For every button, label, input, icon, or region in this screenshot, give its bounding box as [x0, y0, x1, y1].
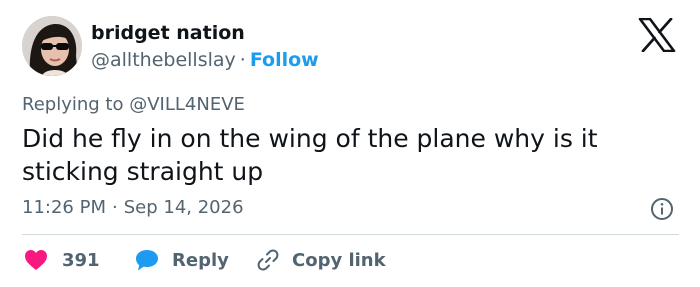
handle-separator: ·	[239, 49, 246, 71]
author-handle[interactable]: @allthebellslay	[91, 49, 236, 71]
like-count: 391	[62, 249, 100, 271]
tweet-text: Did he fly in on the wing of the plane w…	[22, 124, 598, 186]
tweet-timestamp[interactable]: 11:26 PM · Sep 14, 2026	[22, 197, 244, 218]
tweet-card: bridget nation @allthebellslay · Follow Re…	[0, 0, 700, 287]
copy-link-label: Copy link	[292, 249, 386, 271]
reply-context-prefix: Replying to	[22, 94, 124, 115]
speech-bubble-icon	[136, 250, 158, 271]
timestamp-separator: ·	[111, 197, 118, 218]
copy-link-button[interactable]: Copy link	[256, 246, 386, 274]
tweet-time: 11:26 PM	[22, 197, 106, 218]
tweet-date: Sep 14, 2026	[123, 197, 244, 218]
divider	[22, 234, 679, 235]
reply-mention-link[interactable]: @VILL4NEVE	[129, 94, 245, 115]
link-icon	[257, 249, 279, 271]
like-button[interactable]: 391	[24, 246, 100, 274]
info-icon[interactable]	[650, 197, 674, 221]
follow-button[interactable]: Follow	[250, 49, 319, 71]
heart-icon	[25, 250, 47, 270]
x-logo-icon[interactable]	[638, 17, 676, 53]
author-handle-row: @allthebellslay · Follow	[91, 49, 319, 71]
avatar[interactable]	[22, 16, 82, 76]
reply-context: Replying to @VILL4NEVE	[22, 94, 245, 115]
author-name[interactable]: bridget nation	[91, 22, 245, 44]
reply-button[interactable]: Reply	[134, 246, 229, 274]
avatar-image	[22, 16, 82, 76]
reply-label: Reply	[172, 249, 229, 271]
